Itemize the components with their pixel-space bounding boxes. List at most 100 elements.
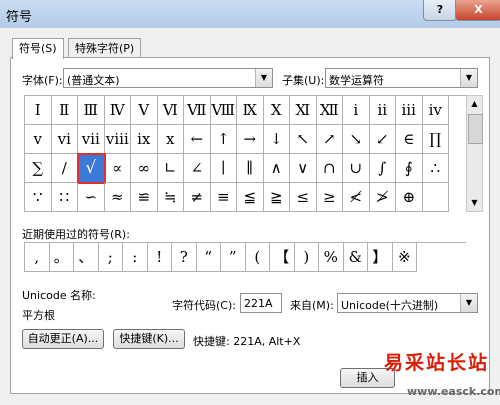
symbol-cell[interactable]: ↙ bbox=[369, 125, 396, 154]
symbol-cell[interactable]: ≯ bbox=[369, 183, 396, 212]
char-code-input[interactable]: 221A bbox=[240, 293, 282, 313]
symbol-cell[interactable]: ⅰ bbox=[343, 96, 370, 125]
autocorrect-button[interactable]: 自动更正(A)... bbox=[22, 329, 104, 349]
recent-symbol-cell[interactable]: % bbox=[319, 243, 344, 272]
chevron-down-icon[interactable]: ▼ bbox=[255, 69, 272, 87]
symbol-cell[interactable]: ⅲ bbox=[396, 96, 423, 125]
symbol-cell[interactable]: ∵ bbox=[25, 183, 52, 212]
symbol-cell[interactable]: Ⅹ bbox=[263, 96, 290, 125]
recent-symbol-cell[interactable]: ; bbox=[98, 243, 123, 272]
symbol-cell[interactable]: Ⅷ bbox=[210, 96, 237, 125]
close-button[interactable]: X bbox=[455, 0, 500, 21]
symbol-cell[interactable]: ∕ bbox=[51, 154, 78, 183]
recent-symbol-cell[interactable]: ) bbox=[294, 243, 319, 272]
symbol-cell[interactable]: ≈ bbox=[104, 183, 131, 212]
recent-symbol-cell[interactable]: “ bbox=[196, 243, 221, 272]
symbol-cell[interactable]: ∩ bbox=[316, 154, 343, 183]
symbol-cell[interactable]: ⊕ bbox=[396, 183, 423, 212]
recent-symbol-cell[interactable]: ※ bbox=[392, 243, 417, 272]
symbol-cell[interactable]: ∨ bbox=[290, 154, 317, 183]
symbol-cell[interactable]: ⅱ bbox=[369, 96, 396, 125]
scrollbar-thumb[interactable] bbox=[468, 114, 483, 144]
symbol-cell[interactable]: Ⅴ bbox=[131, 96, 158, 125]
chevron-down-icon[interactable]: ▼ bbox=[460, 294, 477, 312]
symbol-cell[interactable]: ↗ bbox=[316, 125, 343, 154]
symbol-cell-selected[interactable]: √ bbox=[77, 153, 106, 184]
recent-symbol-cell[interactable]: , bbox=[25, 243, 50, 272]
symbol-cell[interactable]: ∑ bbox=[25, 154, 52, 183]
symbol-cell[interactable]: ⅹ bbox=[157, 125, 184, 154]
recent-symbol-cell[interactable]: ” bbox=[221, 243, 246, 272]
recent-symbol-cell[interactable]: ? bbox=[172, 243, 197, 272]
recent-symbol-cell[interactable]: 、 bbox=[74, 243, 99, 272]
symbol-cell[interactable]: ≒ bbox=[157, 183, 184, 212]
symbol-cell[interactable]: ∣ bbox=[210, 154, 237, 183]
symbol-cell[interactable]: Ⅱ bbox=[51, 96, 78, 125]
symbol-cell[interactable]: ≌ bbox=[131, 183, 158, 212]
symbol-cell[interactable]: ↖ bbox=[290, 125, 317, 154]
symbol-cell[interactable]: Ⅲ bbox=[78, 96, 105, 125]
symbol-cell[interactable]: ≤ bbox=[290, 183, 317, 212]
from-select[interactable]: Unicode(十六进制) ▼ bbox=[337, 293, 478, 313]
symbol-cell[interactable]: ⅶ bbox=[78, 125, 105, 154]
symbol-cell[interactable]: Ⅵ bbox=[157, 96, 184, 125]
subset-select[interactable]: 数学运算符 ▼ bbox=[325, 68, 478, 88]
symbol-cell[interactable]: Ⅳ bbox=[104, 96, 131, 125]
unicode-name-label: Unicode 名称: bbox=[22, 289, 96, 302]
symbol-cell[interactable]: ↓ bbox=[263, 125, 290, 154]
symbol-cell[interactable]: ∏ bbox=[422, 125, 449, 154]
symbol-cell[interactable]: ≠ bbox=[184, 183, 211, 212]
symbol-cell[interactable]: ⅴ bbox=[25, 125, 52, 154]
recent-symbol-cell[interactable]: 。 bbox=[49, 243, 74, 272]
symbol-cell[interactable]: ∝ bbox=[104, 154, 131, 183]
symbol-cell[interactable]: ∧ bbox=[263, 154, 290, 183]
symbol-cell[interactable]: ∷ bbox=[51, 183, 78, 212]
symbol-cell[interactable]: ∈ bbox=[396, 125, 423, 154]
symbol-cell[interactable]: ∮ bbox=[396, 154, 423, 183]
symbol-cell[interactable]: Ⅰ bbox=[25, 96, 52, 125]
symbol-cell[interactable]: ≥ bbox=[316, 183, 343, 212]
symbol-cell[interactable]: ∽ bbox=[78, 183, 105, 212]
symbol-cell[interactable]: ∞ bbox=[131, 154, 158, 183]
symbol-cell[interactable]: ≧ bbox=[263, 183, 290, 212]
symbol-cell[interactable]: ≡ bbox=[210, 183, 237, 212]
char-code-value: 221A bbox=[244, 297, 273, 310]
symbol-cell[interactable]: Ⅶ bbox=[184, 96, 211, 125]
symbol-cell[interactable]: Ⅻ bbox=[316, 96, 343, 125]
symbol-grid-scrollbar[interactable]: ▲ ▼ bbox=[466, 95, 483, 212]
symbol-cell[interactable]: ∪ bbox=[343, 154, 370, 183]
symbol-cell[interactable]: ≦ bbox=[237, 183, 264, 212]
font-select[interactable]: (普通文本) ▼ bbox=[63, 68, 273, 88]
symbol-cell[interactable]: ↑ bbox=[210, 125, 237, 154]
recent-symbols-label: 近期使用过的符号(R): bbox=[22, 228, 130, 241]
symbol-cell[interactable]: ↘ bbox=[343, 125, 370, 154]
tab-symbols[interactable]: 符号(S) bbox=[12, 38, 64, 59]
symbol-cell[interactable]: ≮ bbox=[343, 183, 370, 212]
chevron-down-icon[interactable]: ▼ bbox=[460, 69, 477, 87]
recent-symbol-cell[interactable]: : bbox=[123, 243, 148, 272]
symbol-cell[interactable]: ∟ bbox=[157, 154, 184, 183]
symbol-cell[interactable]: → bbox=[237, 125, 264, 154]
symbol-cell[interactable]: ∥ bbox=[237, 154, 264, 183]
recent-symbol-cell[interactable]: 【 bbox=[270, 243, 295, 272]
symbol-cell[interactable]: ∴ bbox=[422, 154, 449, 183]
recent-symbol-cell[interactable]: 】 bbox=[368, 243, 393, 272]
symbol-cell[interactable]: Ⅺ bbox=[290, 96, 317, 125]
symbol-cell[interactable]: ⅷ bbox=[104, 125, 131, 154]
recent-symbol-cell[interactable]: ( bbox=[245, 243, 270, 272]
symbol-cell[interactable]: ← bbox=[184, 125, 211, 154]
symbol-cell[interactable]: ⅳ bbox=[422, 96, 449, 125]
symbol-cell[interactable]: Ⅸ bbox=[237, 96, 264, 125]
recent-symbol-cell[interactable]: ! bbox=[147, 243, 172, 272]
symbol-cell[interactable]: ∫ bbox=[369, 154, 396, 183]
scroll-down-icon[interactable]: ▼ bbox=[467, 195, 482, 211]
symbol-cell[interactable] bbox=[422, 183, 449, 212]
recent-symbol-cell[interactable]: & bbox=[343, 243, 368, 272]
scroll-up-icon[interactable]: ▲ bbox=[467, 96, 482, 112]
tab-special-characters[interactable]: 特殊字符(P) bbox=[68, 38, 142, 58]
shortcut-key-button[interactable]: 快捷键(K)... bbox=[113, 329, 185, 349]
symbol-cell[interactable]: ⅵ bbox=[51, 125, 78, 154]
help-button[interactable]: ? bbox=[423, 0, 457, 21]
symbol-cell[interactable]: ⅸ bbox=[131, 125, 158, 154]
symbol-cell[interactable]: ∠ bbox=[184, 154, 211, 183]
